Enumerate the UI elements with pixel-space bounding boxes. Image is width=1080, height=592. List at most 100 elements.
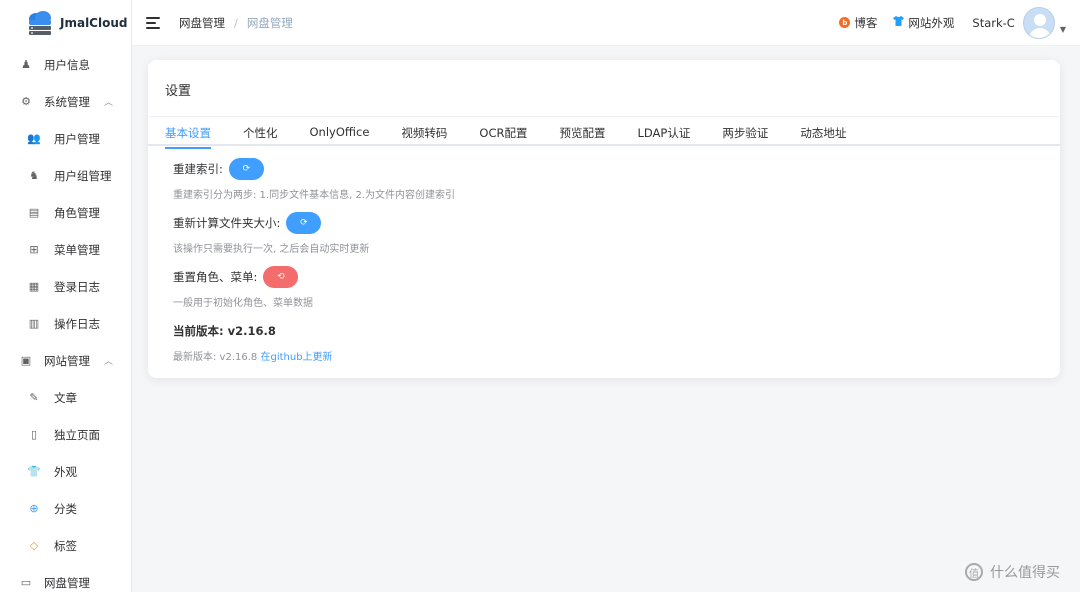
tab-8[interactable]: 动态地址 — [800, 117, 846, 147]
rebuild-index-section: 重建索引: ⟳ 重建索引分为两步: 1.同步文件基本信息, 2.为文件内容创建索… — [173, 158, 1040, 201]
version-section: 当前版本: v2.16.8 最新版本: v2.16.8 在github上更新 — [173, 323, 1040, 363]
blog-icon: b — [839, 17, 851, 28]
sidebar-item-label: 外观 — [54, 464, 77, 479]
recalc-size-label: 重新计算文件夹大小: — [173, 216, 281, 230]
sidebar-item-label: 系统管理 — [44, 94, 90, 109]
breadcrumb-item-current: 网盘管理 — [246, 15, 293, 30]
watermark-text: 什么值得买 — [990, 565, 1060, 581]
sidebar-item-7[interactable]: ▥ 操作日志 — [0, 305, 131, 342]
chevron-up-icon: ︿ — [103, 98, 113, 108]
tag-icon: ◇ — [29, 539, 39, 552]
sidebar-item-9[interactable]: ✎ 文章 — [0, 379, 131, 416]
app-logo[interactable]: JmalCloud — [0, 0, 131, 46]
basic-settings-pane: 重建索引: ⟳ 重建索引分为两步: 1.同步文件基本信息, 2.为文件内容创建索… — [173, 158, 1040, 374]
tab-0[interactable]: 基本设置 — [165, 117, 211, 149]
breadcrumb-item-parent[interactable]: 网盘管理 — [179, 15, 225, 31]
appearance-label: 网站外观 — [908, 15, 955, 30]
settings-tabs: 基本设置 个性化 OnlyOffice 视频转码 OCR配置 预览配置 LDAP认证 两步验证… — [148, 116, 1060, 149]
gear-icon: ⚙ — [21, 95, 31, 108]
tab-2[interactable]: OnlyOffice — [310, 117, 370, 147]
breadcrumb-separator: / — [234, 15, 238, 30]
settings-card: 设置 基本设置 个性化 OnlyOffice 视频转码 OCR配置 预览配置 LDAP认证 两… — [148, 60, 1060, 378]
sidebar-item-label: 用户管理 — [54, 131, 100, 146]
chevron-up-icon: ︿ — [103, 357, 113, 367]
blog-label: 博客 — [854, 15, 878, 30]
blog-link[interactable]: b 博客 — [839, 15, 877, 31]
sidebar-item-label: 网盘管理 — [44, 575, 90, 590]
document-icon: ▥ — [28, 317, 40, 330]
sidebar-item-4[interactable]: ▤ 角色管理 — [0, 194, 131, 231]
reset-roles-label: 重置角色、菜单: — [173, 270, 258, 284]
sidebar-item-14[interactable]: ▭ 网盘管理 — [0, 564, 131, 592]
header-actions: b 博客 网站外观 Stark-C ▼ — [823, 6, 1066, 39]
current-version: 当前版本: v2.16.8 — [173, 324, 276, 338]
sidebar-item-label: 分类 — [54, 501, 77, 516]
sidebar-item-10[interactable]: ▯ 独立页面 — [0, 416, 131, 453]
sidebar-item-13[interactable]: ◇ 标签 — [0, 527, 131, 564]
watermark-logo-icon: 值 — [965, 563, 983, 581]
tab-1[interactable]: 个性化 — [243, 117, 278, 147]
sidebar-item-8[interactable]: ▣ 网站管理 ︿ — [0, 342, 131, 379]
page-title: 设置 — [165, 84, 192, 99]
latest-version-text: 最新版本: v2.16.8 — [173, 352, 258, 363]
sidebar-item-12[interactable]: ⊕ 分类 — [0, 490, 131, 527]
caret-down-icon[interactable]: ▼ — [1060, 25, 1066, 34]
article-icon: ✎ — [29, 391, 39, 404]
rebuild-index-label: 重建索引: — [173, 162, 223, 176]
tab-6[interactable]: LDAP认证 — [638, 117, 691, 147]
reset-roles-section: 重置角色、菜单: ⟲ 一般用于初始化角色、菜单数据 — [173, 266, 1040, 309]
sidebar-item-5[interactable]: ⊞ 菜单管理 — [0, 231, 131, 268]
menu-toggle-icon[interactable] — [146, 16, 160, 29]
watermark: 值 什么值得买 — [965, 562, 1060, 582]
sidebar-item-label: 独立页面 — [54, 427, 100, 442]
sidebar-item-label: 用户组管理 — [54, 168, 112, 183]
sidebar-item-label: 网站管理 — [44, 353, 90, 368]
shirt-icon — [893, 16, 905, 29]
appearance-link[interactable]: 网站外观 — [893, 15, 954, 31]
sidebar-item-3[interactable]: ♞ 用户组管理 — [0, 157, 131, 194]
sidebar-menu: ♟ 用户信息 ⚙ 系统管理 ︿ 👥 用户管理 ♞ 用户组管理 ▤ 角色管理 ⊞ 菜单管理 ▦ 登录日志 ▥ 操作… — [0, 46, 131, 592]
users-icon: 👥 — [27, 132, 41, 145]
tab-4[interactable]: OCR配置 — [479, 117, 527, 147]
log-icon: ▦ — [28, 280, 40, 293]
id-card-icon: ▤ — [28, 206, 40, 219]
recalc-size-section: 重新计算文件夹大小: ⟳ 该操作只需要执行一次, 之后会自动实时更新 — [173, 212, 1040, 255]
desktop-icon: ▭ — [20, 576, 32, 589]
sidebar-item-11[interactable]: 👕 外观 — [0, 453, 131, 490]
username[interactable]: Stark-C — [972, 16, 1014, 30]
top-header: 网盘管理 / 网盘管理 b 博客 网站外观 Stark-C ▼ — [132, 0, 1080, 46]
sidebar-item-6[interactable]: ▦ 登录日志 — [0, 268, 131, 305]
user-icon: ♟ — [21, 58, 31, 71]
tab-5[interactable]: 预览配置 — [560, 117, 606, 147]
rebuild-index-hint: 重建索引分为两步: 1.同步文件基本信息, 2.为文件内容创建索引 — [173, 190, 455, 201]
sidebar-item-label: 操作日志 — [54, 316, 100, 331]
refresh-icon: ⟳ — [242, 164, 251, 174]
avatar[interactable] — [1022, 6, 1055, 39]
latest-version: 最新版本: v2.16.8 在github上更新 — [173, 348, 1040, 363]
sidebar-item-label: 角色管理 — [54, 205, 100, 220]
sidebar: JmalCloud ♟ 用户信息 ⚙ 系统管理 ︿ 👥 用户管理 ♞ 用户组管理 ▤ 角色管理 ⊞ 菜单… — [0, 0, 132, 592]
sidebar-item-label: 标签 — [54, 538, 77, 553]
reset-icon: ⟲ — [277, 272, 285, 282]
sidebar-item-label: 用户信息 — [44, 57, 90, 72]
page-icon: ▯ — [30, 428, 38, 441]
recalc-size-button[interactable]: ⟳ — [286, 212, 322, 234]
recalc-size-hint: 该操作只需要执行一次, 之后会自动实时更新 — [173, 244, 370, 255]
sidebar-item-1[interactable]: ⚙ 系统管理 ︿ — [0, 83, 131, 120]
reset-roles-button[interactable]: ⟲ — [263, 266, 299, 288]
sidebar-item-0[interactable]: ♟ 用户信息 — [0, 46, 131, 83]
app-name: JmalCloud — [60, 16, 128, 30]
reset-roles-hint: 一般用于初始化角色、菜单数据 — [173, 298, 313, 309]
category-icon: ⊕ — [29, 502, 39, 515]
user-group-icon: ♞ — [29, 169, 39, 182]
tab-7[interactable]: 两步验证 — [722, 117, 768, 147]
sidebar-item-2[interactable]: 👥 用户管理 — [0, 120, 131, 157]
update-github-link[interactable]: 在github上更新 — [260, 352, 332, 363]
sidebar-item-label: 菜单管理 — [54, 242, 100, 257]
refresh-icon: ⟳ — [300, 218, 308, 228]
cloud-logo-icon — [26, 10, 54, 36]
rebuild-index-button[interactable]: ⟳ — [228, 158, 264, 180]
breadcrumb: 网盘管理 / 网盘管理 — [179, 15, 293, 31]
shirt-icon: 👕 — [27, 465, 41, 478]
tab-3[interactable]: 视频转码 — [401, 117, 447, 147]
